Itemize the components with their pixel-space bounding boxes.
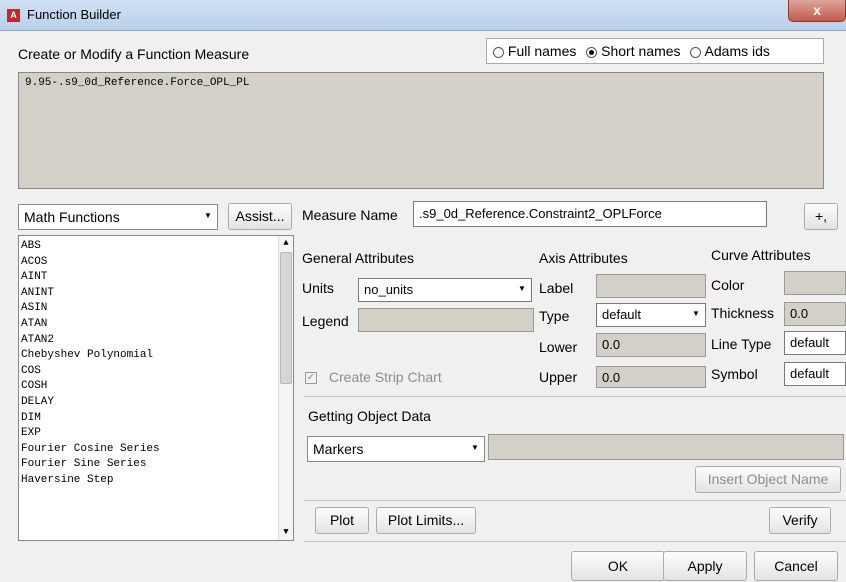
plot-button[interactable]: Plot xyxy=(315,507,369,534)
curve-color-label: Color xyxy=(711,277,745,293)
axis-type-label: Type xyxy=(539,308,570,324)
checkmark-icon: ✓ xyxy=(305,372,317,385)
scroll-up-icon[interactable]: ▲ xyxy=(279,236,293,250)
scrollbar-thumb[interactable] xyxy=(280,252,292,384)
apply-button[interactable]: Apply xyxy=(663,551,747,581)
close-icon: x xyxy=(813,2,821,18)
axis-type-select[interactable]: default ▼ xyxy=(596,303,706,327)
axis-lower-input[interactable]: 0.0 xyxy=(596,333,706,357)
expression-text: 9.95-.s9_0d_Reference.Force_OPL_PL xyxy=(25,77,250,89)
measure-name-label: Measure Name xyxy=(302,207,398,223)
function-list-item[interactable]: DIM xyxy=(19,411,293,427)
function-list-item[interactable]: ATAN2 xyxy=(19,333,293,349)
app-icon: A xyxy=(7,9,20,22)
assist-button[interactable]: Assist... xyxy=(228,203,292,230)
function-list-items: ABS ACOS AINT ANINT ASIN ATAN ATAN2 Chebyshev P… xyxy=(19,236,293,489)
legend-input[interactable] xyxy=(358,308,534,332)
radio-adams-ids[interactable]: Adams ids xyxy=(690,43,770,59)
function-list-item[interactable]: Chebyshev Polynomial xyxy=(19,348,293,364)
radio-icon xyxy=(690,46,702,58)
cancel-button[interactable]: Cancel xyxy=(754,551,838,581)
legend-label: Legend xyxy=(302,313,349,329)
object-data-title: Getting Object Data xyxy=(308,408,431,424)
function-list-item[interactable]: Fourier Cosine Series xyxy=(19,442,293,458)
scroll-down-icon[interactable]: ▼ xyxy=(279,525,293,539)
function-list-item[interactable]: AINT xyxy=(19,270,293,286)
radio-icon xyxy=(493,46,504,58)
line-type-label: Line Type xyxy=(711,336,772,352)
axis-upper-input[interactable]: 0.0 xyxy=(596,366,706,388)
function-list-item[interactable]: DELAY xyxy=(19,395,293,411)
function-list-item[interactable]: ABS xyxy=(19,239,293,255)
insert-object-name-button[interactable]: Insert Object Name xyxy=(695,466,841,493)
section-label: Create or Modify a Function Measure xyxy=(18,46,250,62)
function-list-item[interactable]: Haversine Step xyxy=(19,473,293,489)
ok-button[interactable]: OK xyxy=(571,551,665,581)
function-list-item[interactable]: COSH xyxy=(19,379,293,395)
close-button[interactable]: x xyxy=(788,0,846,22)
axis-attributes-title: Axis Attributes xyxy=(539,250,628,266)
function-list-item[interactable]: ACOS xyxy=(19,255,293,271)
chevron-down-icon: ▼ xyxy=(692,309,700,318)
radio-short-names[interactable]: Short names xyxy=(586,43,681,59)
expression-editor[interactable]: 9.95-.s9_0d_Reference.Force_OPL_PL xyxy=(18,72,824,189)
symbol-select[interactable]: default xyxy=(784,362,846,386)
verify-button[interactable]: Verify xyxy=(769,507,831,534)
chevron-down-icon: ▼ xyxy=(204,211,212,220)
general-attributes-title: General Attributes xyxy=(302,250,415,266)
function-list-item[interactable]: ASIN xyxy=(19,301,293,317)
object-name-input[interactable] xyxy=(488,434,844,460)
axis-label-label: Label xyxy=(539,280,574,296)
axis-upper-label: Upper xyxy=(539,369,578,385)
function-list[interactable]: ABS ACOS AINT ANINT ASIN ATAN ATAN2 Chebyshev P… xyxy=(18,235,294,541)
curve-attributes-title: Curve Attributes xyxy=(711,247,811,263)
thickness-input[interactable]: 0.0 xyxy=(784,302,846,326)
chevron-down-icon: ▼ xyxy=(471,443,479,452)
strip-chart-checkbox[interactable]: ✓ Create Strip Chart xyxy=(305,369,442,385)
window-title: Function Builder xyxy=(27,7,121,22)
divider xyxy=(304,396,846,397)
plot-limits-button[interactable]: Plot Limits... xyxy=(376,507,476,534)
line-type-select[interactable]: default xyxy=(784,331,846,355)
function-list-item[interactable]: EXP xyxy=(19,426,293,442)
curve-color-input[interactable] xyxy=(784,271,846,295)
chevron-down-icon: ▼ xyxy=(518,284,526,293)
measure-name-input[interactable]: .s9_0d_Reference.Constraint2_OPLForce xyxy=(413,201,767,227)
function-list-item[interactable]: ATAN xyxy=(19,317,293,333)
function-list-item[interactable]: COS xyxy=(19,364,293,380)
radio-selected-icon xyxy=(586,46,598,58)
radio-full-names[interactable]: Full names xyxy=(493,43,576,59)
plus-button[interactable]: +, xyxy=(804,203,838,230)
units-label: Units xyxy=(302,280,334,296)
axis-label-input[interactable] xyxy=(596,274,706,298)
name-mode-radio-group: Full names Short names Adams ids xyxy=(486,38,824,64)
function-list-scrollbar[interactable]: ▲ ▼ xyxy=(278,236,293,540)
units-select[interactable]: no_units ▼ xyxy=(358,278,532,302)
function-list-item[interactable]: ANINT xyxy=(19,286,293,302)
axis-lower-label: Lower xyxy=(539,339,578,355)
title-bar: A Function Builder x xyxy=(0,0,846,31)
symbol-label: Symbol xyxy=(711,366,758,382)
function-category-select[interactable]: Math Functions ▼ xyxy=(18,204,218,230)
thickness-label: Thickness xyxy=(711,305,775,321)
object-type-select[interactable]: Markers ▼ xyxy=(307,436,485,462)
function-list-item[interactable]: Fourier Sine Series xyxy=(19,457,293,473)
